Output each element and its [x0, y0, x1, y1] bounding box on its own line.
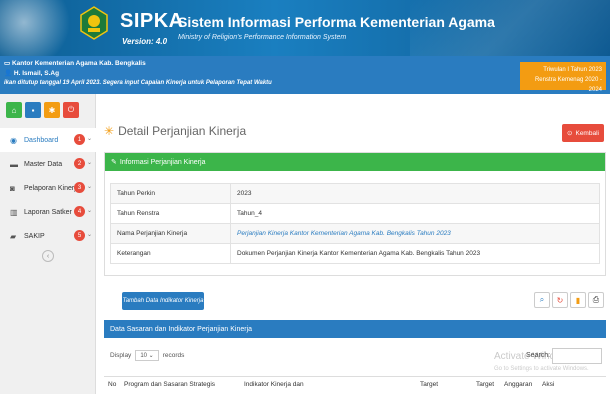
col-indikator: Indikator Kinerja dan — [244, 381, 304, 388]
sidebar-shortcuts: ⌂ ▪ ✱ ⏻ — [6, 102, 79, 118]
row-value: Dokumen Perjanjian Kinerja Kantor Kement… — [230, 243, 600, 264]
page-title: ✳ Detail Perjanjian Kinerja — [104, 124, 246, 138]
power-icon[interactable]: ⏻ — [63, 102, 79, 118]
perjanjian-link[interactable]: Perjanjian Kinerja Kantor Kementerian Ag… — [230, 223, 600, 244]
col-target-2: Target — [476, 381, 495, 388]
info-bar: ▭ Kantor Kementerian Agama Kab. Bengkali… — [0, 56, 610, 94]
sidebar-item-label: Laporan Satker — [24, 208, 72, 216]
row-key: Tahun Perkin — [110, 183, 231, 204]
header-decoration — [410, 0, 610, 56]
sidebar-badge: 5 — [74, 230, 85, 241]
sidebar-menu: ◉ Dashboard 1 ⌄ ▬ Master Data 2 ⌄ ◙ Pela… — [0, 128, 96, 248]
system-subtitle: Ministry of Religion's Performance Infor… — [178, 34, 347, 41]
user-name: 👤 H. Ismail, S.Ag — [4, 70, 60, 77]
back-label: Kembali — [575, 129, 599, 137]
dashboard-icon: ◉ — [10, 135, 17, 145]
period-quarter: Triwulan I Tahun 2023 — [543, 67, 602, 73]
search-icon[interactable]: ⌕ — [534, 292, 550, 308]
table-row: Tahun Renstra Tahun_4 — [110, 203, 600, 224]
info-panel: ✎ Informasi Perjanjian Kinerja Tahun Per… — [104, 152, 606, 276]
app-version: Version: 4.0 — [122, 37, 168, 46]
sidebar: ⌂ ▪ ✱ ⏻ ◉ Dashboard 1 ⌄ ▬ Master Data 2 … — [0, 94, 96, 394]
delete-icon[interactable]: ▮ — [570, 292, 586, 308]
row-key: Tahun Renstra — [110, 203, 231, 224]
col-target-1: Target — [420, 381, 439, 388]
sidebar-item-dashboard[interactable]: ◉ Dashboard 1 ⌄ — [0, 128, 96, 152]
indicator-panel-header: Data Sasaran dan Indikator Perjanjian Ki… — [104, 320, 606, 338]
display-control: Display 10 ⌄ records — [110, 350, 184, 361]
print-icon[interactable]: ⎙ — [588, 292, 604, 308]
sidebar-item-laporan-satker[interactable]: ▥ Laporan Satker 4 ⌄ — [0, 200, 96, 224]
add-indicator-button[interactable]: Tambah Data Indikator Kinerja — [122, 292, 204, 310]
table-row: Keterangan Dokumen Perjanjian Kinerja Ka… — [110, 243, 600, 264]
chevron-down-icon: ⌄ — [87, 232, 93, 238]
period-badge: Triwulan I Tahun 2023 Renstra Kemenag 20… — [520, 62, 606, 93]
sidebar-item-label: Dashboard — [24, 136, 59, 144]
refresh-icon[interactable]: ↻ — [552, 292, 568, 308]
sidebar-item-label: Pelaporan Kinerja — [24, 184, 80, 192]
activate-windows-hint: Go to Settings to activate Windows. — [494, 366, 589, 372]
sidebar-badge: 2 — [74, 158, 85, 169]
sidebar-badge: 3 — [74, 182, 85, 193]
sidebar-item-label: Master Data — [24, 160, 63, 168]
period-renstra: Renstra Kemenag 2020 - 2024 — [534, 77, 602, 93]
main-content: ✳ Detail Perjanjian Kinerja ⊙ Kembali ✎ … — [96, 94, 610, 394]
notice-text: ikan ditutup tanggal 19 April 2023. Sege… — [4, 80, 272, 86]
edit-icon: ✎ — [111, 159, 117, 166]
kemenag-logo — [80, 6, 108, 40]
chevron-down-icon: ⌄ — [87, 160, 93, 166]
row-key: Nama Perjanjian Kinerja — [110, 223, 231, 244]
sidebar-item-label: SAKIP — [24, 232, 45, 240]
home-icon[interactable]: ⌂ — [6, 102, 22, 118]
report-icon: ◙ — [10, 183, 15, 193]
col-program: Program dan Sasaran Strategis — [124, 381, 216, 388]
table-row: Tahun Perkin 2023 — [110, 183, 600, 204]
table-toolbar: ⌕ ↻ ▮ ⎙ — [534, 292, 604, 308]
database-icon: ▬ — [10, 159, 18, 169]
info-panel-header: ✎ Informasi Perjanjian Kinerja — [105, 153, 605, 171]
search-input[interactable] — [552, 348, 602, 364]
row-value: 2023 — [230, 183, 600, 204]
sidebar-item-pelaporan-kinerja[interactable]: ◙ Pelaporan Kinerja 3 ⌄ — [0, 176, 96, 200]
user-icon[interactable]: ▪ — [25, 102, 41, 118]
office-name: ▭ Kantor Kementerian Agama Kab. Bengkali… — [4, 60, 146, 67]
back-button[interactable]: ⊙ Kembali — [562, 124, 604, 142]
sidebar-badge: 1 — [74, 134, 85, 145]
settings-icon[interactable]: ✱ — [44, 102, 60, 118]
info-panel-title: Informasi Perjanjian Kinerja — [119, 158, 206, 166]
chevron-down-icon: ⌄ — [87, 136, 93, 142]
row-key: Keterangan — [110, 243, 231, 264]
spinner-icon: ✳ — [104, 124, 115, 138]
row-value: Tahun_4 — [230, 203, 600, 224]
sidebar-collapse-icon[interactable]: ‹ — [42, 250, 54, 262]
search-label: Search: — [526, 352, 551, 359]
sidebar-badge: 4 — [74, 206, 85, 217]
back-icon: ⊙ — [567, 130, 573, 137]
records-label: records — [162, 352, 185, 359]
page-title-text: Detail Perjanjian Kinerja — [118, 124, 247, 138]
sidebar-item-sakip[interactable]: ▰ SAKIP 5 ⌄ — [0, 224, 96, 248]
header-glow — [0, 0, 80, 56]
app-name: SIPKA — [120, 10, 184, 32]
sidebar-item-master-data[interactable]: ▬ Master Data 2 ⌄ — [0, 152, 96, 176]
folder-icon: ▰ — [10, 231, 17, 241]
col-no: No — [108, 381, 117, 388]
info-table: Tahun Perkin 2023 Tahun Renstra Tahun_4 … — [110, 183, 600, 264]
col-anggaran: Anggaran — [504, 381, 533, 388]
chevron-down-icon: ⌄ — [87, 208, 93, 214]
app-header: SIPKA Version: 4.0 Sistem Informasi Perf… — [0, 0, 610, 56]
data-table-header: No Program dan Sasaran Strategis Indikat… — [104, 376, 606, 394]
bar-chart-icon: ▥ — [10, 207, 18, 217]
col-aksi: Aksi — [542, 381, 555, 388]
table-row: Nama Perjanjian Kinerja Perjanjian Kiner… — [110, 223, 600, 244]
chevron-down-icon: ⌄ — [87, 184, 93, 190]
page-size-select[interactable]: 10 ⌄ — [135, 350, 159, 361]
display-label: Display — [110, 352, 132, 359]
